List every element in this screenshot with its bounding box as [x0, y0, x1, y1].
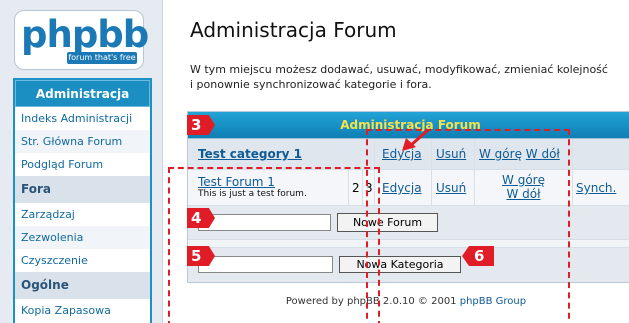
nav-link-prune[interactable]: Czyszczenie: [15, 249, 150, 272]
nav-link-backup[interactable]: Kopia Zapasowa: [15, 299, 150, 322]
sidebar: phpbb forum that's free Administracja In…: [0, 0, 163, 323]
nav-header-administracja: Administracja: [15, 80, 150, 107]
phpbb-logo[interactable]: phpbb forum that's free: [14, 10, 149, 70]
intro-text: W tym miejscu możesz dodawać, usuwać, mo…: [190, 62, 629, 92]
nav-link-permissions[interactable]: Zezwolenia: [15, 226, 150, 249]
nav-header-fora: Fora: [15, 176, 150, 203]
page-title: Administracja Forum: [190, 18, 397, 42]
category-name-link[interactable]: Test category 1: [198, 147, 302, 161]
nav-header-general: Ogólne: [15, 272, 150, 299]
logo-brand: phpbb: [21, 13, 149, 56]
nav-link-manage[interactable]: Zarządzaj: [15, 203, 150, 226]
admin-nav: Administracja Indeks Administracji Str. …: [13, 78, 152, 323]
nav-link-forum-home[interactable]: Str. Główna Forum: [15, 130, 150, 153]
logo-tagline: forum that's free: [67, 52, 137, 64]
intro-line-1: W tym miejscu możesz dodawać, usuwać, mo…: [190, 63, 608, 76]
annotation-dashed-box-forms: [168, 167, 380, 323]
forum-sync-link[interactable]: Synch.: [576, 181, 616, 195]
nav-link-forum-preview[interactable]: Podgląd Forum: [15, 153, 150, 176]
intro-line-2: i ponownie synchronizować kategorie i fo…: [190, 78, 432, 91]
annotation-arrow-icon: [402, 128, 429, 151]
page: phpbb forum that's free Administracja In…: [0, 0, 629, 323]
annotation-dashed-box-edit: [366, 129, 570, 323]
nav-link-admin-index[interactable]: Indeks Administracji: [15, 107, 150, 130]
